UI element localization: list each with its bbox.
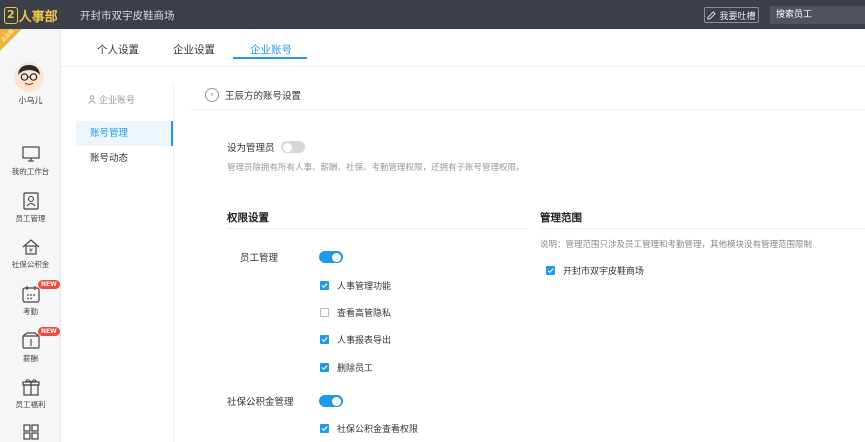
subnav-item-account-management[interactable]: 账号管理 xyxy=(76,121,173,146)
rail-item-benefits[interactable]: 员工福利 xyxy=(0,377,61,410)
scope-note: 说明：管理范围只涉及员工管理和考勤管理，其他模块没有管理范围限制 xyxy=(540,240,813,250)
rail-item-workbench[interactable]: 我的工作台 xyxy=(0,144,61,177)
feedback-label: 我要吐槽 xyxy=(719,11,756,22)
divider xyxy=(227,228,527,229)
tab-company-settings[interactable]: 企业设置 xyxy=(173,42,215,57)
checkbox-checked[interactable] xyxy=(546,266,555,275)
checkbox-unchecked[interactable] xyxy=(320,308,329,317)
checkmark-icon xyxy=(321,337,328,343)
permission-label: 人事管理功能 xyxy=(337,282,392,292)
calendar-icon xyxy=(21,286,40,303)
scope-title: 管理范围 xyxy=(540,212,582,224)
gift-icon xyxy=(21,379,40,396)
person-icon xyxy=(88,95,96,104)
new-badge: NEW xyxy=(38,280,60,289)
breadcrumb: ‹ 王辰方的账号设置 xyxy=(205,88,301,102)
settings-tabs: 个人设置 企业设置 企业账号 xyxy=(61,29,865,67)
admin-description: 管理员除拥有所有人事、薪酬、社保、考勤管理权限，还拥有子账号管理权限。 xyxy=(227,163,525,173)
permission-item[interactable]: 删除员工 xyxy=(320,361,373,374)
divider xyxy=(190,109,865,110)
toggle-knob xyxy=(332,252,341,262)
checkbox-checked[interactable] xyxy=(320,335,329,344)
admin-label: 设为管理员 xyxy=(227,143,275,154)
logo-text: 人事部 xyxy=(18,9,58,25)
logo-mark: 2 xyxy=(4,6,18,24)
checkbox-checked[interactable] xyxy=(320,424,329,433)
admin-toggle[interactable] xyxy=(280,141,305,153)
permissions-title: 权限设置 xyxy=(227,212,269,224)
rail-item-label: 员工管理 xyxy=(15,214,46,223)
admin-setting: 设为管理员 xyxy=(227,140,305,154)
new-badge: NEW xyxy=(38,327,60,336)
rail-item-attendance[interactable]: 考勤 NEW xyxy=(0,280,61,317)
group-label-employee: 员工管理 xyxy=(240,253,279,264)
checkbox-checked[interactable] xyxy=(320,281,329,290)
rail-item-employee[interactable]: 员工管理 xyxy=(0,191,61,224)
feedback-button[interactable]: 我要吐槽 xyxy=(704,7,759,23)
tab-company-account[interactable]: 企业账号 xyxy=(250,42,292,57)
monitor-icon xyxy=(21,146,40,162)
checkmark-icon xyxy=(321,283,328,289)
employee-search-input[interactable]: 搜索员工 xyxy=(770,6,865,24)
grid-icon xyxy=(22,424,39,440)
permission-item[interactable]: 查看高管隐私 xyxy=(320,306,391,319)
group-label-social-security: 社保公积金管理 xyxy=(227,397,294,408)
permission-item[interactable]: 人事报表导出 xyxy=(320,333,391,346)
rail-item-label: 薪酬 xyxy=(23,354,38,363)
toggle-knob xyxy=(282,142,292,152)
social-security-group-toggle[interactable] xyxy=(319,395,343,407)
checkmark-icon xyxy=(547,268,554,274)
avatar-face-icon xyxy=(14,62,44,92)
house-icon: ¥ xyxy=(22,239,39,255)
scope-item-label: 开封市双宇皮鞋商场 xyxy=(563,267,645,277)
divider xyxy=(540,228,865,229)
permission-label: 查看高管隐私 xyxy=(337,309,392,319)
active-tab-indicator xyxy=(233,57,307,59)
checkmark-icon xyxy=(321,426,328,432)
checkbox-checked[interactable] xyxy=(320,363,329,372)
user-name: 小乌儿 xyxy=(18,96,43,105)
avatar[interactable] xyxy=(14,62,44,92)
checkmark-icon xyxy=(321,365,328,371)
account-subnav: 企业账号 账号管理 账号动态 xyxy=(76,83,174,442)
rail-item-label: 我的工作台 xyxy=(11,167,50,176)
employee-group-toggle[interactable] xyxy=(319,251,343,263)
rail-item-more[interactable] xyxy=(0,422,61,442)
permission-item[interactable]: 社保公积金查看权限 xyxy=(320,422,418,435)
back-button[interactable]: ‹ xyxy=(205,88,219,102)
app-logo[interactable]: 2 人事部 xyxy=(4,5,58,25)
subnav-heading-label: 企业账号 xyxy=(99,96,136,106)
left-rail: 企业版 小乌儿 我的工作台 员工管理 ¥ 社保公积金 考勤 NEW 薪酬 NEW… xyxy=(0,28,61,442)
tab-personal-settings[interactable]: 个人设置 xyxy=(97,42,139,57)
rail-item-salary[interactable]: 薪酬 NEW xyxy=(0,327,61,364)
wallet-icon xyxy=(21,332,40,349)
subnav-heading: 企业账号 xyxy=(88,93,135,106)
permission-label: 删除员工 xyxy=(337,364,374,374)
edit-icon xyxy=(707,10,717,20)
rail-item-label: 社保公积金 xyxy=(11,260,50,269)
rail-item-social-security[interactable]: ¥ 社保公积金 xyxy=(0,237,61,270)
rail-item-label: 员工福利 xyxy=(15,400,46,409)
employee-icon xyxy=(22,192,39,210)
toggle-knob xyxy=(332,396,341,406)
top-bar: 2 人事部 开封市双宇皮鞋商场 我要吐槽 搜索员工 xyxy=(0,0,865,29)
page-title: 王辰方的账号设置 xyxy=(225,91,302,102)
permission-item[interactable]: 人事管理功能 xyxy=(320,279,391,292)
subnav-item-account-activity[interactable]: 账号动态 xyxy=(76,146,173,171)
scope-item[interactable]: 开封市双宇皮鞋商场 xyxy=(546,264,644,277)
svg-text:¥: ¥ xyxy=(29,248,33,255)
permission-label: 人事报表导出 xyxy=(337,336,392,346)
company-name: 开封市双宇皮鞋商场 xyxy=(80,10,175,22)
permission-label: 社保公积金查看权限 xyxy=(337,425,419,435)
rail-item-label: 考勤 xyxy=(23,307,38,316)
